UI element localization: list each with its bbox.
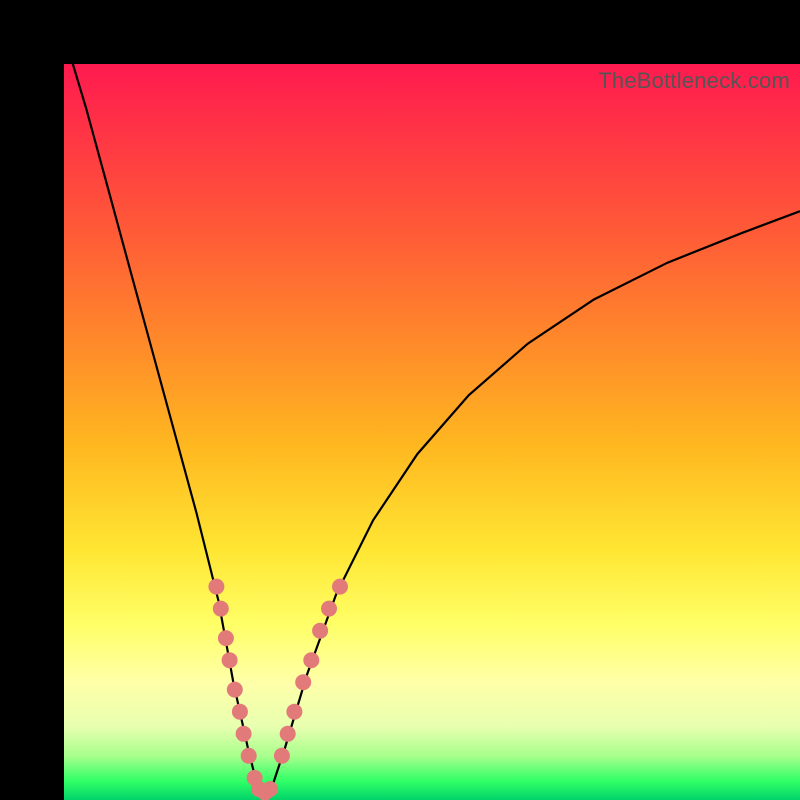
- data-point: [222, 652, 238, 668]
- data-point: [312, 623, 328, 639]
- data-point: [286, 704, 302, 720]
- data-point: [218, 630, 234, 646]
- data-point: [241, 748, 257, 764]
- plot-area: TheBottleneck.com: [64, 64, 800, 800]
- bottleneck-curve: [64, 35, 800, 793]
- data-point: [321, 601, 337, 617]
- data-point: [232, 704, 248, 720]
- data-point: [303, 652, 319, 668]
- data-point: [274, 748, 290, 764]
- data-point: [295, 674, 311, 690]
- data-point: [262, 781, 278, 797]
- data-point: [208, 579, 224, 595]
- chart-svg: [64, 64, 800, 800]
- data-point: [213, 601, 229, 617]
- data-point: [227, 682, 243, 698]
- data-point: [280, 726, 296, 742]
- chart-frame: TheBottleneck.com: [0, 0, 800, 800]
- data-point: [236, 726, 252, 742]
- data-point: [332, 579, 348, 595]
